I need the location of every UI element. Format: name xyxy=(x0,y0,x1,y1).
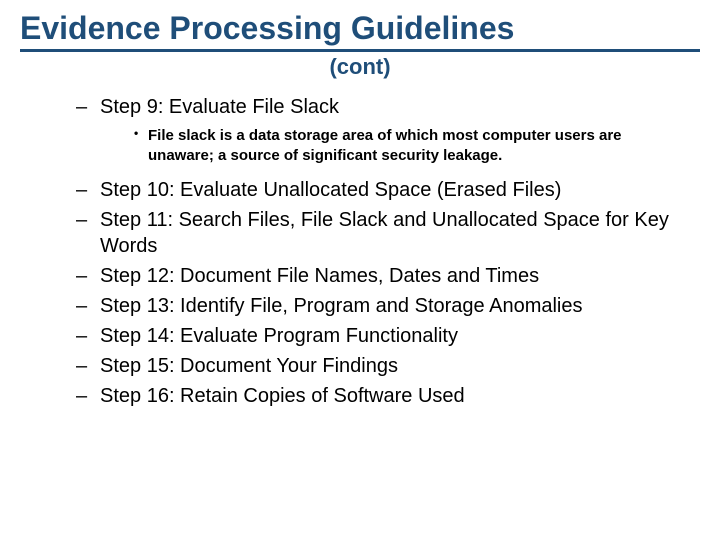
step-11: Step 11: Search Files, File Slack and Un… xyxy=(76,207,700,259)
step-12: Step 12: Document File Names, Dates and … xyxy=(76,263,700,289)
step-15: Step 15: Document Your Findings xyxy=(76,353,700,379)
step-14: Step 14: Evaluate Program Functionality xyxy=(76,323,700,349)
slide-title: Evidence Processing Guidelines xyxy=(20,10,700,52)
step-9-note: File slack is a data storage area of whi… xyxy=(134,126,700,165)
step-9: Step 9: Evaluate File Slack xyxy=(76,94,700,120)
step-10: Step 10: Evaluate Unallocated Space (Era… xyxy=(76,177,700,203)
steps-list: Step 9: Evaluate File Slack File slack i… xyxy=(20,94,700,409)
step-9-sublist: File slack is a data storage area of whi… xyxy=(76,126,700,165)
slide-subtitle: (cont) xyxy=(20,54,700,80)
step-16: Step 16: Retain Copies of Software Used xyxy=(76,383,700,409)
step-13: Step 13: Identify File, Program and Stor… xyxy=(76,293,700,319)
